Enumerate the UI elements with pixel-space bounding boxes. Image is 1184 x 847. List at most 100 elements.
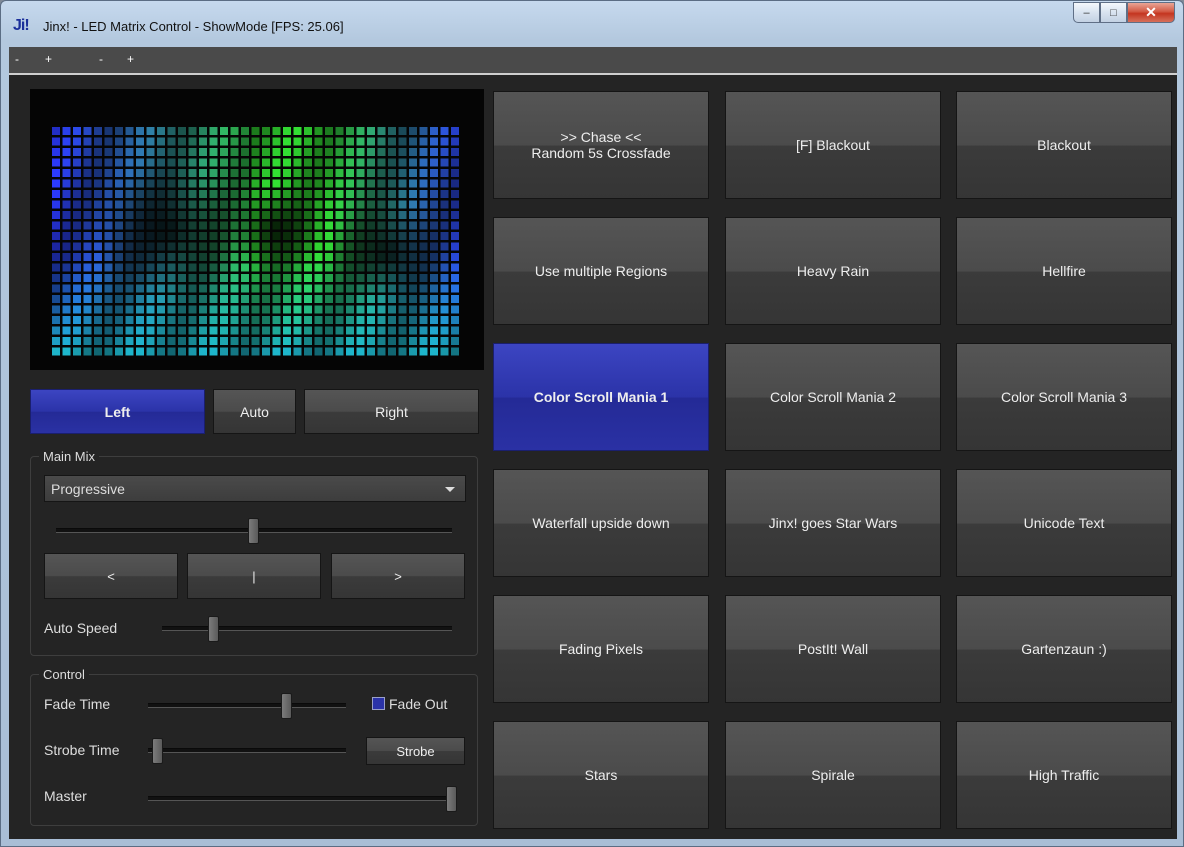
maximize-button[interactable]: □ [1100, 2, 1127, 23]
menu-zoom-out-right[interactable]: - [99, 52, 103, 66]
minimize-button[interactable]: – [1073, 2, 1100, 23]
effect-button[interactable]: Blackout [956, 91, 1172, 199]
led-pixel [398, 221, 407, 230]
led-pixel [325, 211, 333, 219]
led-pixel [178, 326, 186, 335]
menu-zoom-in-right[interactable]: + [127, 52, 134, 66]
led-pixel [73, 326, 81, 335]
led-pixel [335, 169, 344, 177]
effect-button[interactable]: >> Chase << Random 5s Crossfade [493, 91, 709, 199]
effect-button[interactable]: Use multiple Regions [493, 217, 709, 325]
led-pixel [188, 242, 197, 251]
led-pixel [230, 305, 239, 314]
menu-zoom-out-left[interactable]: - [15, 52, 19, 66]
strobe-time-slider[interactable] [148, 738, 346, 764]
led-pixel [346, 242, 354, 251]
master-slider[interactable] [148, 786, 457, 812]
led-pixel [419, 232, 428, 240]
mix-mode-select[interactable]: Progressive [44, 475, 466, 502]
led-pixel [293, 232, 302, 240]
led-pixel [283, 169, 291, 177]
effect-button[interactable]: PostIt! Wall [725, 595, 941, 703]
slider-thumb[interactable] [151, 738, 163, 764]
led-pixel [188, 127, 197, 135]
led-pixel [136, 337, 144, 345]
mix-stop-button[interactable]: | [187, 553, 321, 599]
direction-right-button[interactable]: Right [304, 389, 479, 434]
slider-thumb[interactable] [208, 616, 220, 642]
led-pixel [157, 158, 165, 167]
strobe-button[interactable]: Strobe [366, 737, 465, 765]
mix-prev-button[interactable]: < [44, 553, 178, 599]
effect-button[interactable]: Waterfall upside down [493, 469, 709, 577]
led-pixel [377, 158, 386, 167]
led-pixel [52, 232, 60, 240]
effect-button[interactable]: Fading Pixels [493, 595, 709, 703]
effect-button[interactable]: [F] Blackout [725, 91, 941, 199]
direction-auto-button[interactable]: Auto [213, 389, 296, 434]
led-pixel [251, 158, 260, 167]
effect-button[interactable]: Color Scroll Mania 1 [493, 343, 709, 451]
led-pixel [209, 158, 218, 167]
led-pixel [136, 347, 144, 356]
led-pixel [430, 263, 438, 272]
direction-left-button[interactable]: Left [30, 389, 205, 434]
slider-thumb[interactable] [280, 693, 292, 719]
led-pixel [430, 347, 438, 356]
led-pixel [125, 169, 134, 177]
effect-button[interactable]: Jinx! goes Star Wars [725, 469, 941, 577]
led-pixel [241, 127, 249, 135]
effect-button[interactable]: Color Scroll Mania 3 [956, 343, 1172, 451]
led-pixel [220, 347, 228, 356]
close-button[interactable]: ✕ [1127, 2, 1175, 23]
led-pixel [377, 200, 386, 209]
led-pixel [73, 316, 81, 324]
led-pixel [367, 190, 375, 198]
led-pixel [335, 337, 344, 345]
led-pixel [62, 179, 71, 188]
effect-button[interactable]: Unicode Text [956, 469, 1172, 577]
led-pixel [409, 211, 417, 219]
effect-button[interactable]: Spirale [725, 721, 941, 829]
effect-button[interactable]: High Traffic [956, 721, 1172, 829]
effect-button[interactable]: Hellfire [956, 217, 1172, 325]
fade-out-checkbox[interactable] [372, 697, 385, 710]
led-pixel [52, 305, 60, 314]
led-pixel [293, 337, 302, 345]
led-pixel [388, 274, 396, 282]
master-label: Master [44, 788, 87, 804]
led-pixel [220, 179, 228, 188]
effect-button[interactable]: Heavy Rain [725, 217, 941, 325]
auto-speed-slider[interactable] [162, 616, 452, 642]
led-pixel [451, 295, 459, 303]
slider-thumb[interactable] [446, 786, 457, 812]
led-pixel [388, 137, 396, 146]
led-pixel [262, 263, 270, 272]
effect-button[interactable]: Gartenzaun :) [956, 595, 1172, 703]
led-pixel [178, 337, 186, 345]
led-pixel [293, 127, 302, 135]
effect-button-label: Fading Pixels [559, 641, 643, 657]
led-pixel [251, 221, 260, 230]
led-pixel [136, 179, 144, 188]
led-pixel [430, 232, 438, 240]
effect-button[interactable]: Color Scroll Mania 2 [725, 343, 941, 451]
led-pixel [356, 263, 365, 272]
slider-thumb[interactable] [248, 518, 259, 544]
led-pixel [346, 190, 354, 198]
effect-label-line: PostIt! Wall [797, 641, 869, 657]
led-pixel [419, 190, 428, 198]
led-pixel [304, 316, 312, 324]
mix-next-button[interactable]: > [331, 553, 465, 599]
led-pixel [178, 295, 186, 303]
led-pixel [241, 211, 249, 219]
effect-button[interactable]: Stars [493, 721, 709, 829]
led-pixel [367, 347, 375, 356]
led-pixel [220, 190, 228, 198]
led-pixel [325, 169, 333, 177]
led-pixel [314, 137, 323, 146]
crossfader-slider[interactable] [56, 518, 452, 544]
fade-time-slider[interactable] [148, 693, 346, 719]
menu-zoom-in-left[interactable]: + [45, 52, 52, 66]
led-pixel [367, 200, 375, 209]
